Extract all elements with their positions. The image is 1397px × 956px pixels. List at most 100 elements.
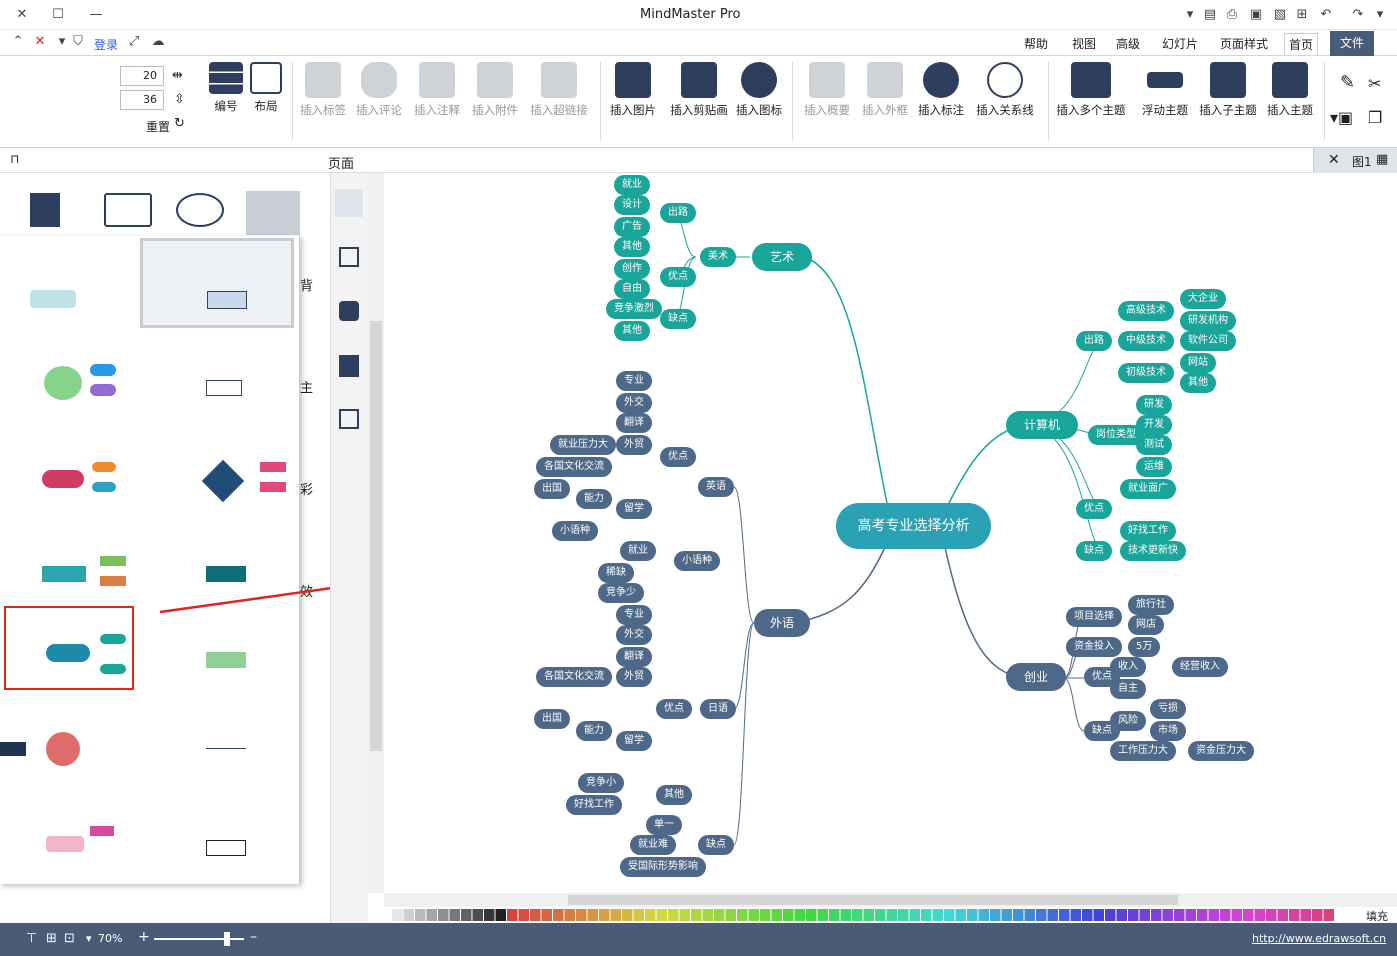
leaf-topic[interactable]: 运维: [1136, 457, 1172, 477]
theme-thumb-1[interactable]: [0, 240, 134, 330]
palette-swatch[interactable]: [967, 909, 978, 921]
palette-swatch[interactable]: [783, 909, 794, 921]
layout-type-4-icon[interactable]: [246, 191, 300, 235]
tab-advanced[interactable]: 高级: [1112, 33, 1144, 55]
palette-swatch[interactable]: [817, 909, 829, 921]
palette-swatch[interactable]: [978, 909, 990, 921]
insert-subtopic-button[interactable]: 插入子主题: [1196, 60, 1260, 118]
insert-attachment-button[interactable]: 插入附件: [470, 60, 520, 118]
grid-view-icon[interactable]: ⊞: [46, 931, 57, 946]
subtopic[interactable]: 优点: [660, 267, 696, 287]
palette-swatch[interactable]: [875, 909, 886, 921]
subtopic[interactable]: 留学: [616, 499, 652, 519]
palette-swatch[interactable]: [472, 909, 484, 921]
palette-swatch[interactable]: [691, 909, 702, 921]
palette-swatch[interactable]: [1185, 909, 1197, 921]
subtopic[interactable]: 出路: [660, 203, 696, 223]
palette-swatch[interactable]: [990, 909, 1001, 921]
insert-topic-button[interactable]: 插入主题: [1262, 60, 1318, 118]
undo-icon[interactable]: ↶: [1318, 7, 1334, 23]
leaf-topic[interactable]: 测试: [1136, 435, 1172, 455]
leaf-topic[interactable]: 大企业: [1180, 289, 1226, 309]
leaf-topic[interactable]: 旅行社: [1128, 595, 1174, 615]
paste-icon[interactable]: ▾▣: [1330, 108, 1353, 127]
palette-swatch[interactable]: [1162, 909, 1174, 921]
insert-hyperlink-button[interactable]: 插入超链接: [528, 60, 590, 118]
leaf-topic[interactable]: 经营收入: [1172, 657, 1228, 677]
spacing-h-input[interactable]: 20: [120, 66, 164, 86]
palette-swatch[interactable]: [1139, 909, 1151, 921]
print-icon[interactable]: ⎙: [1224, 7, 1240, 23]
reset-button[interactable]: 重置: [146, 118, 170, 135]
palette-swatch[interactable]: [725, 909, 737, 921]
palette-swatch[interactable]: [1289, 909, 1300, 921]
palette-swatch[interactable]: [714, 909, 725, 921]
palette-swatch[interactable]: [1001, 909, 1013, 921]
theme-thumb-2[interactable]: [140, 238, 294, 328]
cut-icon[interactable]: ✂: [1368, 74, 1381, 93]
collapse-ribbon-icon[interactable]: ⌃: [10, 34, 26, 50]
palette-swatch[interactable]: [1047, 909, 1059, 921]
spacing-v-input[interactable]: 36: [120, 90, 164, 110]
theme-thumb-7[interactable]: [0, 526, 134, 616]
leaf-topic[interactable]: 外贸: [616, 435, 652, 455]
open-icon[interactable]: ▧: [1272, 7, 1288, 23]
subtopic[interactable]: 高级技术: [1118, 301, 1174, 321]
palette-swatch[interactable]: [679, 909, 691, 921]
copy-icon[interactable]: ❐: [1368, 108, 1382, 127]
main-topic-computer[interactable]: 计算机: [1006, 411, 1078, 439]
insert-summary-button[interactable]: 插入概要: [800, 60, 854, 118]
leaf-topic[interactable]: 市场: [1150, 721, 1186, 741]
clipart-library-icon[interactable]: [339, 355, 359, 377]
palette-swatch[interactable]: [495, 909, 507, 921]
maximize-icon[interactable]: ☐: [50, 7, 66, 23]
leaf-topic[interactable]: 自由: [614, 279, 650, 299]
palette-swatch[interactable]: [633, 909, 645, 921]
leaf-topic[interactable]: 网店: [1128, 615, 1164, 635]
palette-swatch[interactable]: [461, 909, 472, 921]
subtopic[interactable]: 小语种: [674, 551, 720, 571]
palette-swatch[interactable]: [1151, 909, 1162, 921]
palette-swatch[interactable]: [955, 909, 967, 921]
palette-swatch[interactable]: [1254, 909, 1266, 921]
outline-icon[interactable]: [339, 247, 359, 267]
palette-swatch[interactable]: [564, 909, 576, 921]
palette-swatch[interactable]: [415, 909, 426, 921]
zoom-dropdown-icon[interactable]: ▾: [86, 932, 92, 945]
subtopic[interactable]: 缺点: [1076, 541, 1112, 561]
palette-swatch[interactable]: [530, 909, 541, 921]
tab-slides[interactable]: 幻灯片: [1158, 33, 1202, 55]
leaf-topic[interactable]: 出国: [534, 479, 570, 499]
palette-swatch[interactable]: [1300, 909, 1312, 921]
palette-swatch[interactable]: [760, 909, 771, 921]
palette-swatch[interactable]: [518, 909, 530, 921]
new-icon[interactable]: ⊞: [1294, 7, 1310, 23]
main-topic-startup[interactable]: 创业: [1006, 663, 1066, 691]
zoom-level[interactable]: 70%: [98, 932, 122, 945]
palette-swatch[interactable]: [1116, 909, 1128, 921]
minimize-icon[interactable]: —: [88, 7, 104, 23]
insert-multiple-topics-button[interactable]: 插入多个主题: [1054, 60, 1128, 118]
palette-swatch[interactable]: [806, 909, 817, 921]
outline-view-icon[interactable]: ⊤: [26, 931, 37, 946]
leaf-topic[interactable]: 研发机构: [1180, 311, 1236, 331]
palette-swatch[interactable]: [1277, 909, 1289, 921]
leaf-topic[interactable]: 竞争小: [578, 773, 624, 793]
palette-swatch[interactable]: [1070, 909, 1082, 921]
document-tab[interactable]: ✕ 图1 ▦: [1313, 148, 1397, 173]
palette-swatch[interactable]: [484, 909, 495, 921]
tab-help[interactable]: 帮助: [1020, 33, 1052, 55]
theme-thumb-12[interactable]: [140, 702, 294, 792]
icon-library-icon[interactable]: [339, 301, 359, 321]
leaf-topic[interactable]: 小语种: [552, 521, 598, 541]
leaf-topic[interactable]: 能力: [576, 721, 612, 741]
subtopic[interactable]: 出路: [1076, 331, 1112, 351]
save-icon[interactable]: ▣: [1248, 7, 1264, 23]
leaf-topic[interactable]: 研发: [1136, 395, 1172, 415]
palette-swatch[interactable]: [449, 909, 461, 921]
share-icon[interactable]: ⤢: [126, 34, 142, 50]
palette-swatch[interactable]: [737, 909, 748, 921]
tab-page-style[interactable]: 页面样式: [1216, 33, 1272, 55]
theme-thumb-9-selected[interactable]: [4, 606, 134, 690]
shirt-icon[interactable]: ⛉: [70, 34, 86, 50]
